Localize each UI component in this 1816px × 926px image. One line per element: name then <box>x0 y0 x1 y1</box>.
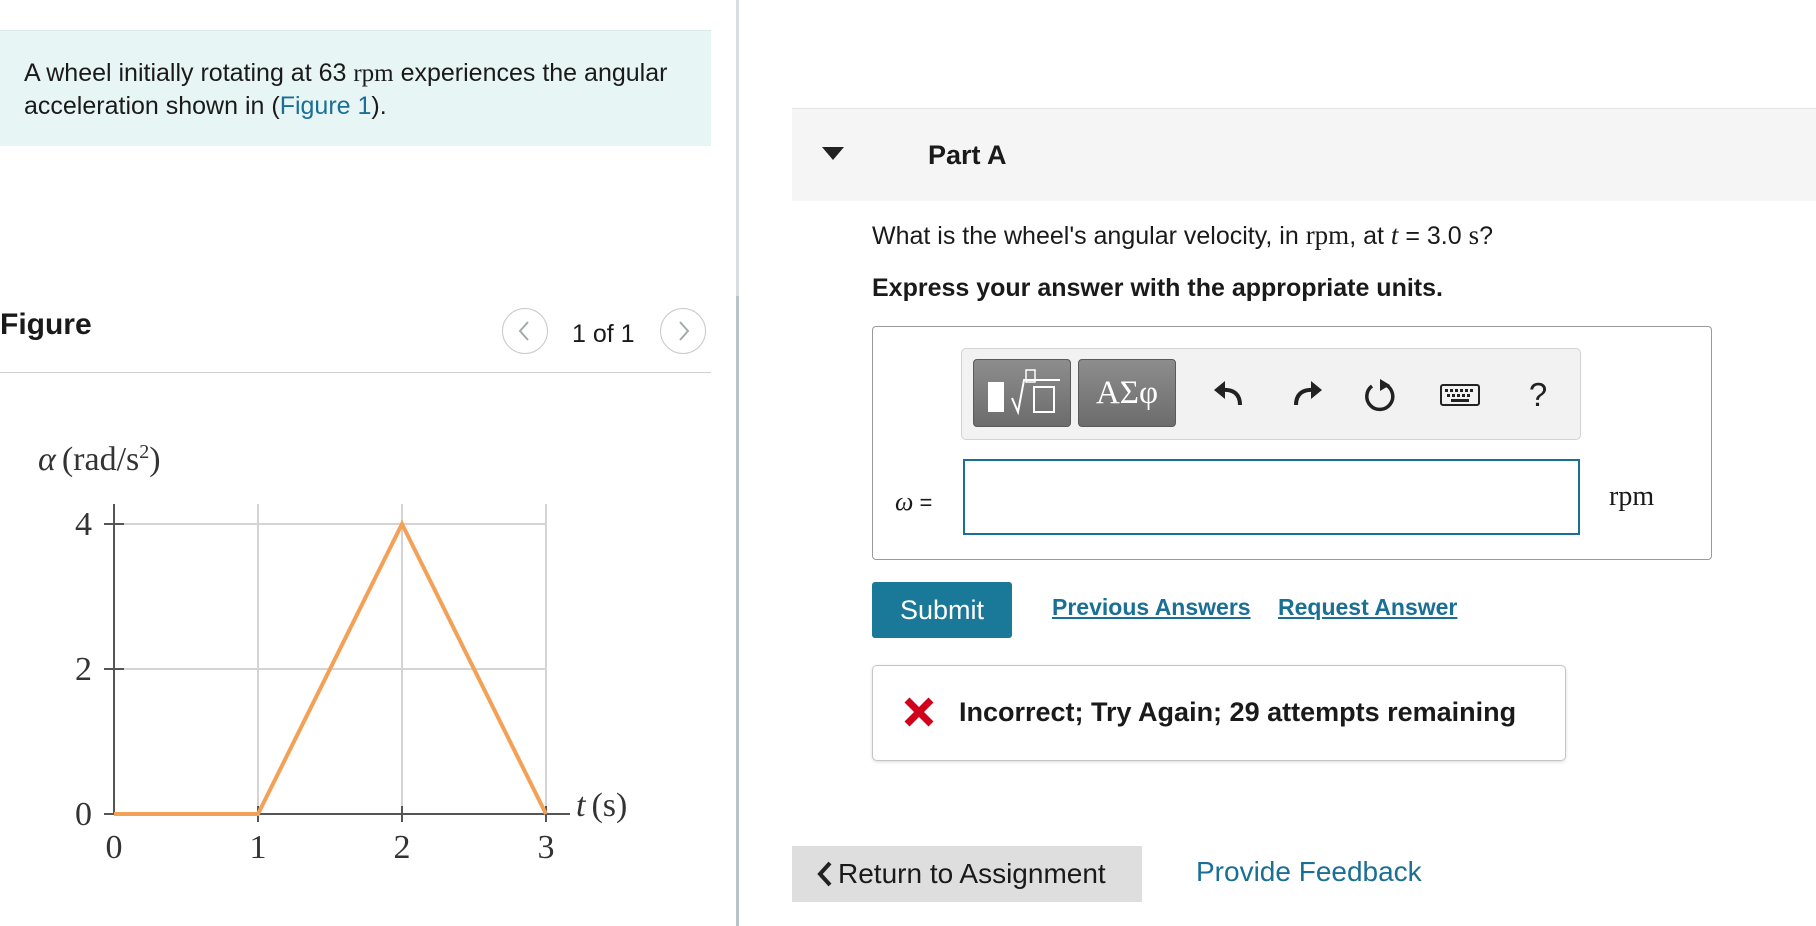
undo-icon[interactable] <box>1210 375 1250 415</box>
chevron-left-icon <box>817 861 832 887</box>
y-axis-label: α (rad/s2) <box>38 441 161 478</box>
figure-next-button[interactable] <box>660 308 706 354</box>
answer-input[interactable] <box>963 459 1580 535</box>
templates-icon <box>988 369 1060 416</box>
keyboard-icon[interactable] <box>1440 375 1480 415</box>
feedback-box: Incorrect; Try Again; 29 attempts remain… <box>872 665 1566 761</box>
question-part: = 3.0 <box>1398 222 1469 250</box>
part-a-header[interactable]: Part A <box>792 108 1816 201</box>
y-tick-label: 0 <box>75 796 92 833</box>
equals-sign: = <box>919 490 933 515</box>
submit-button[interactable]: Submit <box>872 582 1012 638</box>
acceleration-chart: α (rad/s2) t (s) 0 2 4 0 1 2 3 <box>38 441 627 866</box>
question-unit: rpm <box>1305 220 1350 250</box>
return-label: Return to Assignment <box>838 858 1106 889</box>
return-to-assignment-button[interactable]: Return to Assignment <box>792 846 1142 902</box>
problem-text-part: A wheel initially rotating at 63 <box>24 59 354 87</box>
y-tick-label: 2 <box>75 651 92 688</box>
chevron-left-icon <box>518 321 529 341</box>
chevron-right-icon <box>679 321 690 341</box>
redo-icon[interactable] <box>1286 375 1326 415</box>
x-tick-label: 3 <box>538 829 555 866</box>
previous-answers-link[interactable]: Previous Answers <box>1052 594 1251 621</box>
x-mark-icon <box>904 697 934 727</box>
left-pane: A wheel initially rotating at 63 rpm exp… <box>0 0 738 926</box>
question-part: , at <box>1349 222 1391 250</box>
figure-header: Figure 1 of 1 <box>0 300 711 373</box>
answer-variable-label: ω = <box>895 487 932 517</box>
answer-box: ΑΣφ ? ω = rpm <box>872 326 1712 560</box>
answer-instructions: Express your answer with the appropriate… <box>872 274 1443 302</box>
symbols-button[interactable]: ΑΣφ <box>1078 359 1176 427</box>
question-part: What is the wheel's angular velocity, in <box>872 222 1306 250</box>
collapse-triangle-icon[interactable] <box>822 147 844 160</box>
part-title: Part A <box>928 140 1007 170</box>
figure-prev-button[interactable] <box>502 308 548 354</box>
problem-statement-box: A wheel initially rotating at 63 rpm exp… <box>0 30 711 146</box>
omega-symbol: ω <box>895 487 914 516</box>
pane-divider-handle[interactable] <box>736 296 739 926</box>
figure-pagination: 1 of 1 <box>572 320 635 348</box>
x-tick-label: 1 <box>250 829 267 866</box>
math-toolbar: ΑΣφ ? <box>961 348 1581 440</box>
reset-icon[interactable] <box>1360 375 1400 415</box>
problem-text: A wheel initially rotating at 63 rpm exp… <box>24 57 684 122</box>
feedback-message: Incorrect; Try Again; 29 attempts remain… <box>959 697 1517 727</box>
figure-link[interactable]: Figure 1 <box>280 92 372 120</box>
templates-button[interactable] <box>973 359 1071 427</box>
y-tick-label: 4 <box>75 506 92 543</box>
question-text: What is the wheel's angular velocity, in… <box>872 220 1493 251</box>
figure-title: Figure <box>0 308 92 341</box>
provide-feedback-link[interactable]: Provide Feedback <box>1196 856 1422 888</box>
x-axis-label: t (s) <box>576 787 627 824</box>
problem-unit: rpm <box>353 60 394 87</box>
problem-text-part: ). <box>371 92 387 120</box>
x-tick-label: 0 <box>106 829 123 866</box>
question-unit-s: s <box>1468 220 1480 250</box>
help-icon[interactable]: ? <box>1518 375 1558 415</box>
request-answer-link[interactable]: Request Answer <box>1278 594 1457 621</box>
question-part: ? <box>1479 222 1494 250</box>
right-pane: Part A What is the wheel's angular veloc… <box>740 0 1816 926</box>
x-tick-label: 2 <box>394 829 411 866</box>
answer-units: rpm <box>1609 481 1655 512</box>
